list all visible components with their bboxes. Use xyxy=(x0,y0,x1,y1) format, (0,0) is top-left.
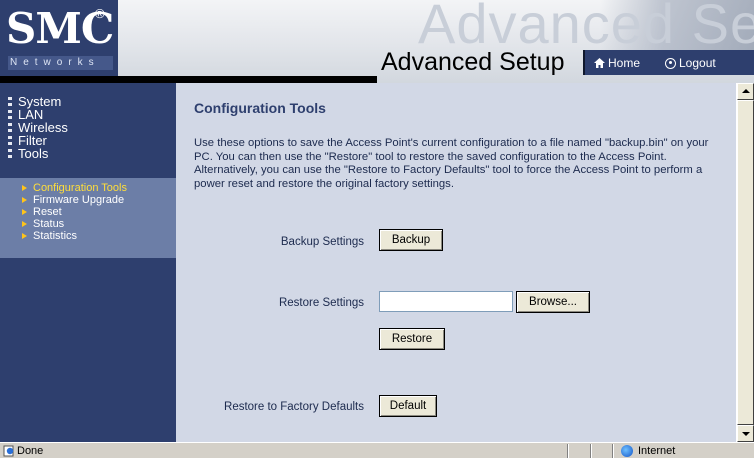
home-link[interactable]: Home xyxy=(593,56,640,70)
logout-icon xyxy=(665,57,676,69)
status-text: Done xyxy=(17,445,44,457)
status-divider xyxy=(612,444,614,458)
sidebar-main-menu: System LAN Wireless Filter Tools xyxy=(8,95,68,160)
factory-defaults-label: Restore to Factory Defaults xyxy=(224,401,364,413)
scroll-down-button[interactable] xyxy=(737,425,754,442)
sidebar-subitem-label: Reset xyxy=(33,206,62,218)
status-divider xyxy=(590,444,592,458)
home-label: Home xyxy=(608,56,641,70)
sidebar-item-status[interactable]: Status xyxy=(22,218,127,230)
backup-button[interactable]: Backup xyxy=(379,229,443,251)
header-banner: Advanced Setup SMC ® Networks Advanced S… xyxy=(0,0,754,83)
logo-subtitle: Networks xyxy=(8,56,113,70)
default-button[interactable]: Default xyxy=(379,395,437,417)
page-header-title: Advanced Setup xyxy=(381,48,565,76)
bullet-icon xyxy=(8,149,12,158)
arrow-up-icon xyxy=(742,89,750,93)
main-content: Configuration Tools Use these options to… xyxy=(176,83,736,442)
backup-settings-label: Backup Settings xyxy=(280,236,364,248)
smc-logo: SMC ® Networks xyxy=(0,0,118,76)
sidebar-item-tools[interactable]: Tools xyxy=(8,147,68,160)
restore-button[interactable]: Restore xyxy=(379,328,445,350)
scrollbar-thumb[interactable] xyxy=(737,100,754,425)
bullet-icon xyxy=(8,136,12,145)
browse-button[interactable]: Browse... xyxy=(516,291,590,313)
sidebar-item-label: Tools xyxy=(18,146,49,161)
sidebar-subitem-label: Firmware Upgrade xyxy=(33,194,125,206)
restore-settings-label: Restore Settings xyxy=(278,297,364,309)
tools-submenu-list: Configuration Tools Firmware Upgrade Res… xyxy=(22,182,127,242)
arrow-right-icon xyxy=(22,209,27,215)
arrow-right-icon xyxy=(22,185,27,191)
sidebar-item-configuration-tools[interactable]: Configuration Tools xyxy=(22,182,127,194)
arrow-right-icon xyxy=(22,233,27,239)
tools-submenu: Configuration Tools Firmware Upgrade Res… xyxy=(0,178,176,258)
logout-link[interactable]: Logout xyxy=(665,56,716,70)
vertical-scrollbar[interactable] xyxy=(736,83,754,442)
page-done-icon xyxy=(3,445,14,457)
browser-status-bar: Done Internet xyxy=(0,442,754,458)
arrow-down-icon xyxy=(742,432,750,436)
scroll-up-button[interactable] xyxy=(737,83,754,100)
sidebar: System LAN Wireless Filter Tools Configu… xyxy=(0,83,176,442)
sidebar-subitem-label: Status xyxy=(33,218,65,230)
bullet-icon xyxy=(8,110,12,119)
arrow-right-icon xyxy=(22,221,27,227)
page-title: Configuration Tools xyxy=(194,100,326,116)
sidebar-item-firmware-upgrade[interactable]: Firmware Upgrade xyxy=(22,194,127,206)
logout-label: Logout xyxy=(679,56,716,70)
bullet-icon xyxy=(8,97,12,106)
status-divider xyxy=(567,444,569,458)
header-nav: Home Logout xyxy=(583,50,754,75)
header-divider-bar xyxy=(0,76,377,83)
restore-file-input[interactable] xyxy=(379,291,513,312)
sidebar-subitem-label: Statistics xyxy=(33,230,78,242)
sidebar-subitem-label: Configuration Tools xyxy=(33,182,127,194)
page-description: Use these options to save the Access Poi… xyxy=(194,137,709,190)
security-zone-label: Internet xyxy=(638,445,676,457)
logo-registered-mark: ® xyxy=(95,6,105,21)
sidebar-item-reset[interactable]: Reset xyxy=(22,206,127,218)
arrow-right-icon xyxy=(22,197,27,203)
globe-icon xyxy=(621,445,633,457)
home-icon xyxy=(594,58,605,68)
sidebar-item-statistics[interactable]: Statistics xyxy=(22,230,127,242)
bullet-icon xyxy=(8,123,12,132)
